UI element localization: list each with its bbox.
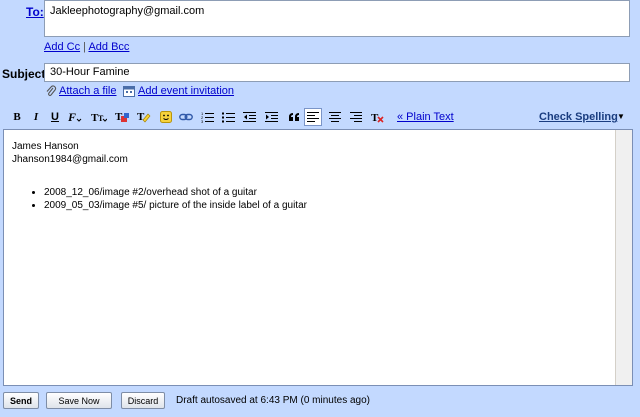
italic-button[interactable]: I <box>27 108 45 126</box>
attach-file-link[interactable]: Attach a file <box>59 85 116 97</box>
numbered-list-icon[interactable]: 123 <box>199 108 217 126</box>
draft-status: Draft autosaved at 6:43 PM (0 minutes ag… <box>176 395 370 406</box>
to-field[interactable]: Jakleephotography@gmail.com <box>44 0 630 37</box>
bullet-list: 2008_12_06/image #2/overhead shot of a g… <box>12 186 307 212</box>
font-size-icon[interactable]: TT <box>90 108 108 126</box>
chevron-down-icon[interactable]: ▼ <box>617 112 625 121</box>
font-icon[interactable]: F <box>67 108 85 126</box>
subject-value: 30-Hour Famine <box>50 66 130 78</box>
emoticon-icon[interactable] <box>157 108 175 126</box>
body-line-email: Jhanson1984@gmail.com <box>12 154 128 165</box>
vertical-scrollbar[interactable] <box>615 130 632 385</box>
to-value: Jakleephotography@gmail.com <box>50 5 205 17</box>
save-now-button[interactable]: Save Now <box>46 392 112 409</box>
list-item: 2008_12_06/image #2/overhead shot of a g… <box>44 186 307 199</box>
svg-text:T: T <box>98 114 104 123</box>
underline-button[interactable]: U <box>46 108 64 126</box>
plain-text-link[interactable]: « Plain Text <box>397 111 454 123</box>
add-event-invitation-link[interactable]: Add event invitation <box>138 85 234 97</box>
align-center-icon[interactable] <box>326 108 344 126</box>
body-line-name: James Hanson <box>12 141 79 152</box>
highlight-color-icon[interactable]: T <box>135 108 153 126</box>
add-bcc-link[interactable]: Add Bcc <box>88 41 129 53</box>
add-cc-link[interactable]: Add Cc <box>44 41 80 53</box>
message-content: James Hanson Jhanson1984@gmail.com 2008_… <box>12 140 307 212</box>
align-right-icon[interactable] <box>347 108 365 126</box>
bulleted-list-icon[interactable] <box>220 108 238 126</box>
message-body-editor[interactable]: James Hanson Jhanson1984@gmail.com 2008_… <box>3 129 633 386</box>
align-left-icon[interactable] <box>304 108 322 126</box>
outdent-icon[interactable] <box>241 108 259 126</box>
calendar-icon[interactable] <box>123 85 135 100</box>
paperclip-icon[interactable] <box>45 85 57 100</box>
check-spelling-link[interactable]: Check Spelling <box>539 111 618 123</box>
subject-label: Subject: <box>2 67 50 81</box>
remove-formatting-icon[interactable]: T <box>369 108 387 126</box>
subject-field[interactable]: 30-Hour Famine <box>44 63 630 82</box>
to-label[interactable]: To: <box>26 5 44 19</box>
svg-text:3: 3 <box>201 119 204 123</box>
discard-button[interactable]: Discard <box>121 392 165 409</box>
quote-icon[interactable] <box>285 108 303 126</box>
bold-button[interactable]: B <box>8 108 26 126</box>
cc-bcc-separator: | <box>83 41 86 53</box>
list-item: 2009_05_03/image #5/ picture of the insi… <box>44 199 307 212</box>
send-button[interactable]: Send <box>3 392 39 409</box>
link-icon[interactable] <box>177 108 195 126</box>
svg-text:F: F <box>68 111 76 123</box>
text-color-icon[interactable]: T <box>113 108 131 126</box>
indent-icon[interactable] <box>263 108 281 126</box>
cc-bcc-links: Add Cc | Add Bcc <box>44 41 129 53</box>
